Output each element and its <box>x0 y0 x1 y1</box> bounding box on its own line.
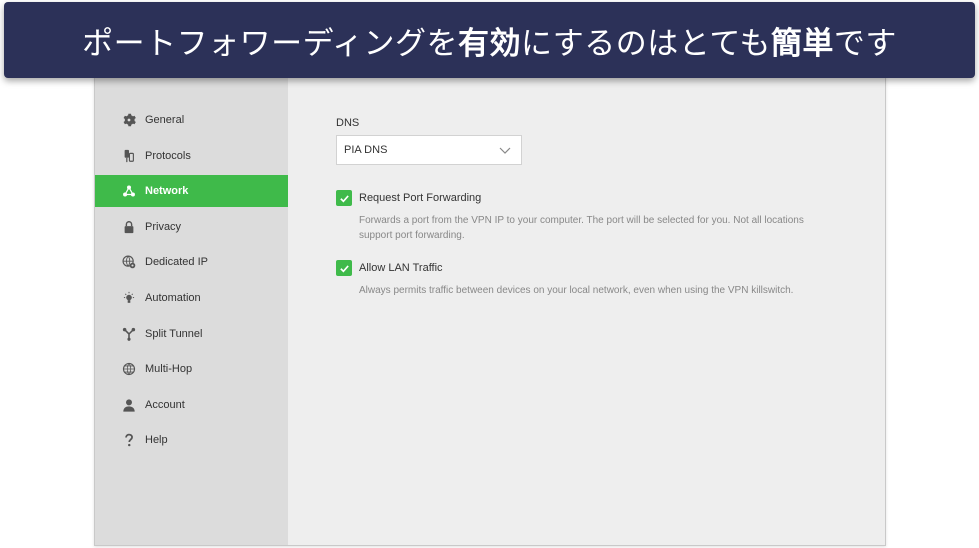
dns-select[interactable]: PIA DNS <box>336 135 522 165</box>
port-forwarding-label: Request Port Forwarding <box>359 192 482 204</box>
sidebar-item-help[interactable]: Help <box>95 424 288 456</box>
protocols-icon <box>122 149 136 163</box>
check-icon <box>339 194 349 202</box>
caption-text: ポートフォワーディングを有効にするのはとても簡単です <box>82 18 897 63</box>
port-forwarding-checkbox[interactable] <box>336 190 352 206</box>
lan-traffic-description: Always permits traffic between devices o… <box>359 285 794 296</box>
sidebar-item-label: Dedicated IP <box>145 256 208 269</box>
sidebar-item-label: Help <box>145 434 168 447</box>
sidebar-item-label: General <box>145 114 185 126</box>
sidebar-item-multi-hop[interactable]: Multi-Hop <box>95 353 288 385</box>
settings-sidebar: General Protocols Network Privacy Dedica… <box>95 60 288 545</box>
caption-bold-1: 有効 <box>458 25 521 62</box>
screenshot-stage: ポートフォワーディングを有効にするのはとても簡単です General Proto… <box>0 0 979 548</box>
sidebar-item-protocols[interactable]: Protocols <box>95 140 288 172</box>
port-forwarding-description: Forwards a port from the VPN IP to your … <box>359 215 804 241</box>
sidebar-item-label: Automation <box>145 291 201 304</box>
port-forwarding-row: Request Port Forwarding <box>336 190 829 206</box>
sidebar-nav: General Protocols Network Privacy Dedica… <box>95 104 288 460</box>
lan-traffic-row: Allow LAN Traffic <box>336 260 829 276</box>
gear-icon <box>122 113 136 127</box>
sidebar-item-split-tunnel[interactable]: Split Tunnel <box>95 318 288 350</box>
globe-icon <box>122 362 136 376</box>
sidebar-item-account[interactable]: Account <box>95 389 288 421</box>
sidebar-item-label: Split Tunnel <box>145 327 203 340</box>
dns-select-value: PIA DNS <box>344 144 388 156</box>
caption-part-2: にするのはとても <box>521 25 771 62</box>
lan-traffic-label: Allow LAN Traffic <box>359 262 443 274</box>
sidebar-item-dedicated-ip[interactable]: Dedicated IP <box>95 246 288 278</box>
network-settings-panel: DNS PIA DNS Request Port Forwarding Forw… <box>288 60 885 545</box>
sidebar-item-network[interactable]: Network <box>95 175 288 208</box>
split-tunnel-icon <box>122 327 136 341</box>
lock-icon <box>122 220 136 234</box>
sidebar-item-general[interactable]: General <box>95 104 288 136</box>
settings-window: General Protocols Network Privacy Dedica… <box>94 60 886 546</box>
user-icon <box>122 398 136 412</box>
check-icon <box>339 264 349 272</box>
caption-part-3: です <box>833 25 897 62</box>
dedicated-ip-icon <box>122 255 136 269</box>
sidebar-item-label: Multi-Hop <box>145 363 193 376</box>
lightbulb-icon <box>122 291 136 305</box>
sidebar-item-label: Privacy <box>145 220 182 233</box>
port-forwarding-option: Request Port Forwarding Forwards a port … <box>336 190 829 243</box>
network-icon <box>122 184 136 198</box>
sidebar-item-label: Network <box>145 185 189 198</box>
sidebar-item-label: Account <box>145 398 185 411</box>
sidebar-item-privacy[interactable]: Privacy <box>95 211 288 243</box>
sidebar-item-automation[interactable]: Automation <box>95 282 288 314</box>
caption-part-1: ポートフォワーディングを <box>82 25 458 62</box>
question-icon <box>122 433 136 447</box>
caption-bold-2: 簡単 <box>770 25 834 62</box>
lan-traffic-option: Allow LAN Traffic Always permits traffic… <box>336 260 829 298</box>
sidebar-item-label: Protocols <box>145 149 191 162</box>
lan-traffic-checkbox[interactable] <box>336 260 352 276</box>
caption-banner: ポートフォワーディングを有効にするのはとても簡単です <box>4 2 975 78</box>
chevron-down-icon <box>499 147 511 154</box>
dns-label: DNS <box>336 117 360 129</box>
